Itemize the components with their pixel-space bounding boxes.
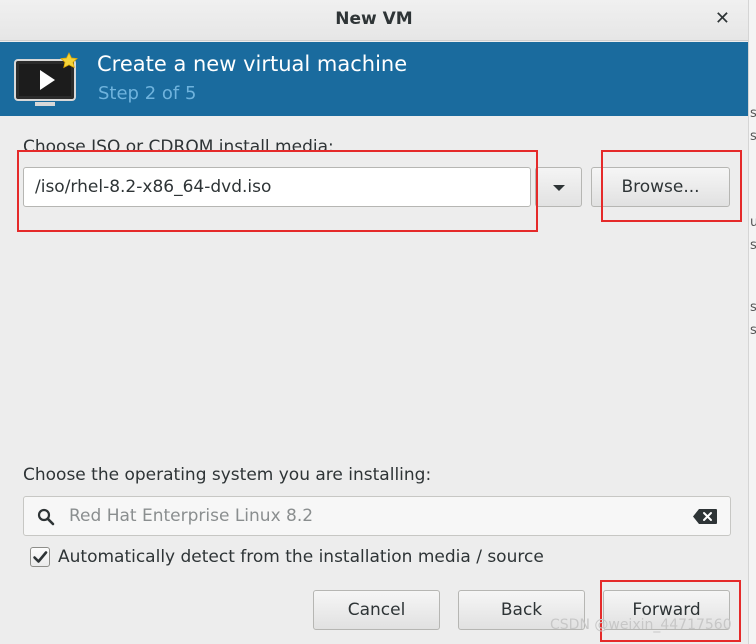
side-letter: s [750,238,756,253]
window-title: New VM [335,9,413,29]
checkmark-icon [33,551,48,563]
side-letter: s [750,300,756,315]
clear-text-icon[interactable] [692,508,718,525]
auto-detect-checkbox[interactable] [30,547,50,567]
side-letter: s [750,323,756,338]
highlight-box-iso [17,150,538,232]
title-bar: New VM ✕ [0,0,748,41]
side-letter: s [750,129,756,144]
step-indicator: Step 2 of 5 [98,83,197,104]
os-search-placeholder: Red Hat Enterprise Linux 8.2 [69,506,314,526]
new-vm-dialog: New VM ✕ Create a new virtual machine St… [0,0,748,644]
search-icon [37,508,55,526]
wizard-banner: Create a new virtual machine Step 2 of 5 [0,42,748,116]
background-window-edge: s s u s s s [748,0,756,644]
side-letter: s [750,106,756,121]
auto-detect-label[interactable]: Automatically detect from the installati… [58,547,544,567]
media-dropdown-button[interactable] [535,167,582,207]
highlight-box-browse [601,150,742,222]
cancel-button[interactable]: Cancel [313,590,440,630]
side-letter: u [750,215,756,230]
chevron-down-icon [553,185,565,191]
os-search-input[interactable]: Red Hat Enterprise Linux 8.2 [23,496,731,536]
os-label: Choose the operating system you are inst… [23,465,432,485]
close-icon[interactable]: ✕ [715,8,730,29]
watermark: CSDN @weixin_44717560 [550,617,732,633]
monitor-play-icon [14,52,78,106]
banner-title: Create a new virtual machine [97,52,408,76]
